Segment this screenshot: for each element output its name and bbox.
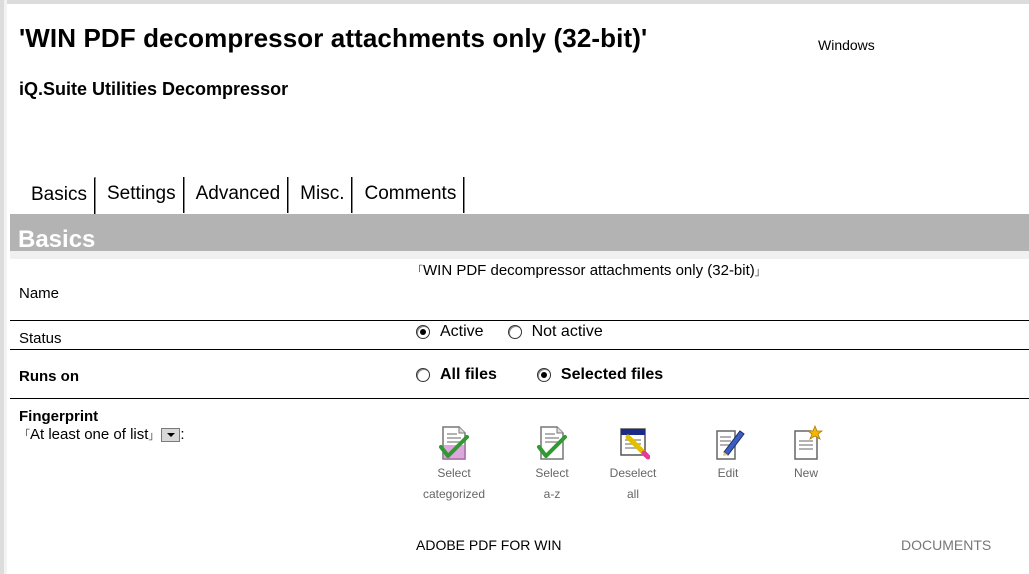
deselect-all-button[interactable]: Deselect all: [603, 425, 663, 505]
status-not-active-radio[interactable]: [507, 325, 522, 339]
row-divider: [10, 320, 1029, 321]
edit-icon: [716, 430, 745, 460]
fingerprint-list-item-category: DOCUMENTS: [901, 537, 992, 553]
select-a-z-icon: [537, 426, 567, 460]
runs-on-all-files-radio[interactable]: [416, 368, 430, 382]
section-title: Basics: [18, 226, 96, 253]
tab-misc[interactable]: Misc.: [290, 177, 353, 213]
section-header-strip: [10, 251, 1029, 259]
select-a-z-label-line2: a-z: [543, 487, 561, 501]
runs-on-selected-files-label[interactable]: Selected files: [561, 366, 663, 384]
status-active-label[interactable]: Active: [440, 323, 484, 341]
deselect-all-label-line2: all: [626, 487, 639, 501]
section-header: Basics: [10, 214, 1029, 259]
fingerprint-mode-field: 「At least one of list」:: [19, 426, 185, 443]
runs-on-selected-files-radio[interactable]: [536, 368, 551, 382]
name-value: WIN PDF decompressor attachments only (3…: [423, 262, 755, 279]
name-field[interactable]: 「WIN PDF decompressor attachments only (…: [412, 262, 766, 279]
deselect-all-label-line1: Deselect: [609, 466, 657, 480]
name-label: Name: [19, 285, 60, 302]
window-top-border: [0, 0, 1029, 4]
window-left-gutter: [4, 0, 7, 574]
tab-advanced[interactable]: Advanced: [185, 177, 289, 213]
edit-button[interactable]: Edit: [708, 425, 748, 484]
new-label: New: [793, 466, 818, 480]
field-open-bracket-icon: 「: [19, 429, 30, 441]
fingerprint-label: Fingerprint: [19, 408, 99, 425]
tab-settings[interactable]: Settings: [96, 177, 184, 213]
runs-on-label: Runs on: [19, 368, 79, 385]
status-label: Status: [19, 330, 62, 347]
platform-label: Windows: [818, 37, 875, 53]
select-categorized-button[interactable]: Select categorized: [411, 425, 497, 505]
field-open-bracket-icon: 「: [412, 265, 423, 277]
new-button[interactable]: New: [788, 425, 824, 484]
fingerprint-mode-suffix: :: [180, 426, 185, 443]
tab-basics[interactable]: Basics: [21, 177, 95, 214]
select-categorized-icon: [439, 426, 469, 460]
edit-label: Edit: [717, 466, 739, 480]
new-icon: [794, 425, 823, 460]
runs-on-all-files-label[interactable]: All files: [440, 366, 497, 384]
runs-on-radio-group: All files Selected files: [416, 366, 687, 384]
status-active-radio[interactable]: [416, 325, 430, 339]
document-subtitle: iQ.Suite Utilities Decompressor: [19, 79, 289, 99]
select-categorized-label-line1: Select: [437, 466, 471, 480]
status-radio-group: Active Not active: [416, 323, 627, 341]
row-divider: [10, 398, 1029, 399]
row-divider: [10, 349, 1029, 350]
fingerprint-mode-value: At least one of list: [30, 426, 149, 443]
status-not-active-label[interactable]: Not active: [532, 323, 603, 341]
select-categorized-label-line2: categorized: [422, 487, 486, 501]
tab-comments[interactable]: Comments: [354, 177, 465, 213]
field-close-bracket-icon: 」: [148, 430, 160, 442]
fingerprint-mode-dropdown-button[interactable]: [161, 428, 181, 443]
deselect-all-icon: [620, 428, 650, 460]
fingerprint-list-item-name: ADOBE PDF FOR WIN: [416, 537, 562, 553]
select-a-z-button[interactable]: Select a-z: [527, 425, 577, 505]
tab-bar: Basics Settings Advanced Misc. Comments: [21, 177, 466, 214]
field-close-bracket-icon: 」: [754, 266, 766, 278]
document-title: 'WIN PDF decompressor attachments only (…: [19, 23, 648, 53]
select-a-z-label-line1: Select: [535, 466, 569, 480]
